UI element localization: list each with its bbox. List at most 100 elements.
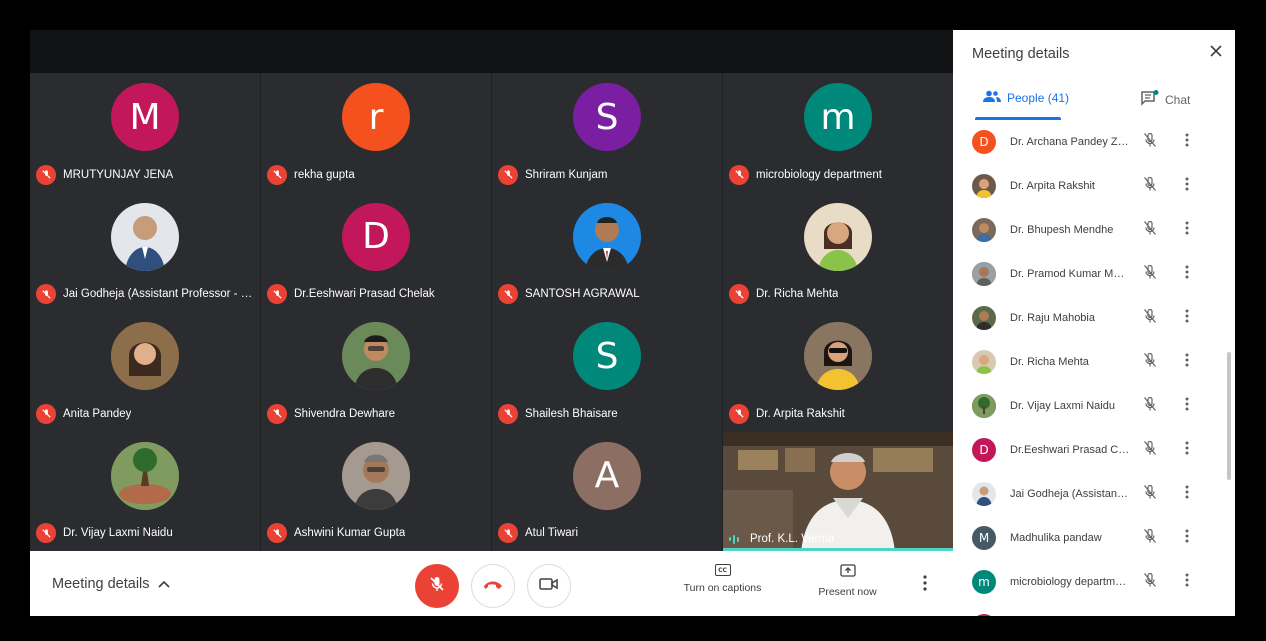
mic-off-icon [1143,308,1157,329]
people-list-scrollbar[interactable] [1227,352,1231,480]
people-list-item[interactable]: Dr. Pramod Kumar Mahi... [953,252,1223,296]
avatar [804,202,872,271]
participant-tile[interactable]: A Atul Tiwari [492,431,722,551]
leave-call-button[interactable] [471,564,515,608]
people-list-item[interactable]: Dr. Bhupesh Mendhe [953,208,1223,252]
people-list-item[interactable]: Dr. Vijay Laxmi Naidu [953,384,1223,428]
people-list-item[interactable]: Dr. Arpita Rakshit [953,164,1223,208]
more-vert-icon[interactable] [1185,177,1189,196]
more-vert-icon[interactable] [1185,529,1189,548]
tab-chat[interactable]: Chat [1141,90,1190,109]
avatar [573,202,641,271]
participant-tile[interactable]: S Shailesh Bhaisare [492,312,722,432]
participant-tile[interactable]: r rekha gupta [261,73,491,193]
mic-off-icon [36,403,56,424]
mic-off-icon [1143,396,1157,417]
avatar [972,482,996,506]
tab-chat-label: Chat [1165,92,1191,107]
participant-name: microbiology department [756,168,882,181]
participant-name: Atul Tiwari [525,527,579,539]
participant-tile[interactable]: M MRUTYUNJAY JENA [30,73,260,193]
tab-people[interactable]: People (41) [983,90,1069,105]
participant-tile[interactable]: Dr. Richa Mehta [723,192,953,312]
mic-off-icon [729,164,749,185]
more-vert-icon[interactable] [1185,573,1189,592]
meeting-details-toggle[interactable]: Meeting details [52,576,170,592]
camera-toggle-button[interactable] [527,564,571,608]
mic-off-icon [1143,132,1157,153]
participant-name: Dr.Eeshwari Prasad Chelak [294,288,435,300]
mic-off-icon [1143,352,1157,373]
more-options-button[interactable] [923,575,927,596]
people-list-item[interactable]: D Dr. Archana Pandey Zoo... [953,120,1223,164]
more-vert-icon[interactable] [1185,353,1189,372]
more-vert-icon[interactable] [1185,309,1189,328]
person-name: Madhulika pandaw [1010,532,1102,544]
participant-name: Jai Godheja (Assistant Professor - ML... [63,288,256,300]
mic-off-icon [1143,440,1157,461]
participant-tile[interactable]: Dr. Vijay Laxmi Naidu [30,431,260,551]
participant-name: SANTOSH AGRAWAL [525,288,640,300]
people-list-item[interactable]: m microbiology departme... [953,560,1223,604]
more-vert-icon[interactable] [1185,265,1189,284]
more-vert-icon[interactable] [1185,441,1189,460]
present-label: Present now [818,586,877,598]
mic-off-icon [36,284,56,304]
participant-tile[interactable]: SANTOSH AGRAWAL [492,192,722,312]
avatar: D [972,438,996,462]
close-button[interactable] [1209,44,1223,63]
more-vert-icon[interactable] [1185,485,1189,504]
people-list-item[interactable]: Jai Godheja (Assistant ... [953,472,1223,516]
captions-button[interactable]: CC Turn on captions [675,564,770,594]
person-name: Dr. Arpita Rakshit [1010,180,1095,192]
avatar [111,322,179,390]
people-list-item[interactable]: M Madhulika pandaw [953,516,1223,560]
person-name: Dr. Vijay Laxmi Naidu [1010,400,1115,412]
avatar [972,614,996,616]
mic-off-icon [1143,528,1157,549]
participant-name: Ashwini Kumar Gupta [294,527,406,539]
avatar: m [972,570,996,594]
person-name: Dr. Archana Pandey Zoo... [1010,136,1130,148]
avatar: M [111,83,179,151]
person-name: Dr. Bhupesh Mendhe [1010,224,1114,236]
participant-tile[interactable]: D Dr.Eeshwari Prasad Chelak [261,192,491,312]
more-vert-icon[interactable] [1185,221,1189,240]
mic-off-icon [428,575,446,598]
participant-tile[interactable]: S Shriram Kunjam [492,73,722,193]
microphone-toggle-button[interactable] [415,564,459,608]
person-name: Dr. Richa Mehta [1010,356,1089,368]
participant-tile[interactable]: m microbiology department [723,73,953,193]
avatar [972,262,996,286]
avatar: M [972,526,996,550]
participant-name: Shriram Kunjam [525,168,608,181]
speaker-video-tile[interactable]: Prof. K.L. Verma [723,431,953,551]
avatar [972,174,996,198]
avatar [342,322,410,390]
participant-tile[interactable]: Ashwini Kumar Gupta [261,431,491,551]
present-now-button[interactable]: Present now [810,564,885,598]
participant-name: Dr. Richa Mehta [756,288,839,300]
mic-off-icon [498,284,518,304]
people-list-item[interactable] [953,604,1223,616]
meeting-details-label: Meeting details [52,576,150,592]
people-list-item[interactable]: Dr. Raju Mahobia [953,296,1223,340]
participant-name: Shailesh Bhaisare [525,407,618,420]
people-list-item[interactable]: Dr. Richa Mehta [953,340,1223,384]
participant-name: MRUTYUNJAY JENA [63,168,174,181]
tab-people-label: People (41) [1007,90,1070,105]
avatar [972,218,996,242]
participant-name: Dr. Arpita Rakshit [756,407,845,420]
people-list-item[interactable]: D Dr.Eeshwari Prasad Che... [953,428,1223,472]
more-vert-icon[interactable] [1185,133,1189,152]
mic-off-icon [36,164,56,185]
more-vert-icon[interactable] [1185,397,1189,416]
camera-icon [539,577,559,596]
participant-tile[interactable]: Anita Pandey [30,312,260,432]
avatar [804,322,872,390]
participant-tile[interactable]: Jai Godheja (Assistant Professor - ML... [30,192,260,312]
participant-tile[interactable]: Shivendra Dewhare [261,312,491,432]
participant-tile[interactable]: Dr. Arpita Rakshit [723,312,953,432]
avatar [111,202,179,271]
chevron-up-icon [157,576,170,592]
